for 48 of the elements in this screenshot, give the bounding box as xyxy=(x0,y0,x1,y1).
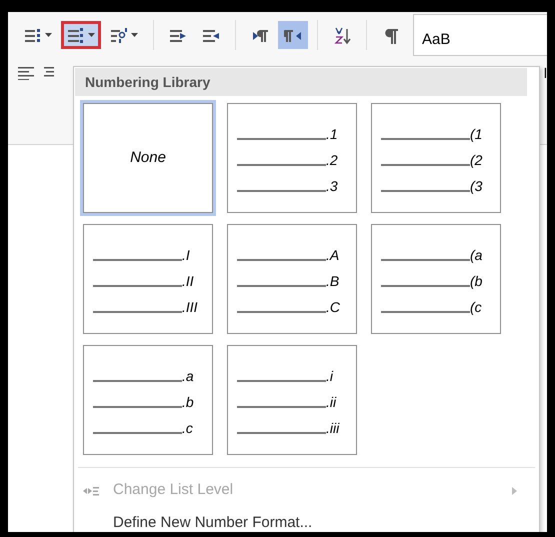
style-name: l xyxy=(544,64,547,82)
numbering-format-option[interactable]: .I .II .III xyxy=(83,224,213,334)
list-marker: .C xyxy=(326,298,340,317)
list-marker: (b xyxy=(470,272,482,291)
list-level-icon xyxy=(83,486,99,496)
right-to-left-button[interactable] xyxy=(278,21,308,49)
list-marker: (a xyxy=(470,246,482,265)
caret-icon xyxy=(131,33,138,37)
list-marker: (2 xyxy=(470,151,482,170)
list-marker: .B xyxy=(326,272,340,291)
list-marker: (c xyxy=(470,298,482,317)
style-gallery[interactable]: AaB xyxy=(413,14,547,56)
align-left-icon[interactable] xyxy=(18,66,36,80)
sort-icon xyxy=(333,26,351,44)
list-marker: .c xyxy=(182,419,193,438)
none-label: None xyxy=(130,148,166,168)
numbering-format-option[interactable]: .A .B .C xyxy=(227,224,357,334)
numbering-format-option[interactable]: (1 (2 (3 xyxy=(371,103,501,213)
list-marker: .I xyxy=(182,246,190,265)
caret-icon xyxy=(88,33,95,37)
list-marker: (3 xyxy=(470,177,482,196)
numbering-format-option[interactable]: None xyxy=(83,103,213,213)
caret-icon xyxy=(45,33,52,37)
numbered-list-icon xyxy=(67,26,85,44)
list-marker: .a xyxy=(182,367,194,386)
list-marker: (1 xyxy=(470,125,482,144)
list-marker: .3 xyxy=(326,177,338,196)
list-marker: .iii xyxy=(326,419,340,438)
list-marker: .b xyxy=(182,393,194,412)
menu-header-title: Numbering Library xyxy=(85,72,210,92)
numbering-format-option[interactable]: .i .ii .iii xyxy=(227,345,357,455)
numbering-format-option[interactable]: (a (b (c xyxy=(371,224,501,334)
multilevel-list-icon xyxy=(110,26,128,44)
list-marker: .ii xyxy=(326,393,336,412)
style-sample: AaB xyxy=(422,30,450,50)
numbering-format-option[interactable]: .a .b .c xyxy=(83,345,213,455)
list-marker: .II xyxy=(182,272,194,291)
list-marker: .A xyxy=(326,246,340,265)
menu-item-label: Change List Level xyxy=(113,480,234,500)
menu-item-label: Define New Number Format... xyxy=(113,513,314,532)
submenu-arrow-icon xyxy=(512,486,517,494)
list-marker: .1 xyxy=(326,125,338,144)
list-marker: .i xyxy=(326,367,333,386)
numbering-format-option[interactable]: .1 .2 .3 xyxy=(227,103,357,213)
list-marker: .2 xyxy=(326,151,338,170)
menu-item[interactable]: Define New Number Format... xyxy=(74,507,539,532)
list-marker: .III xyxy=(182,298,198,317)
numbered-list-button[interactable] xyxy=(61,21,101,49)
